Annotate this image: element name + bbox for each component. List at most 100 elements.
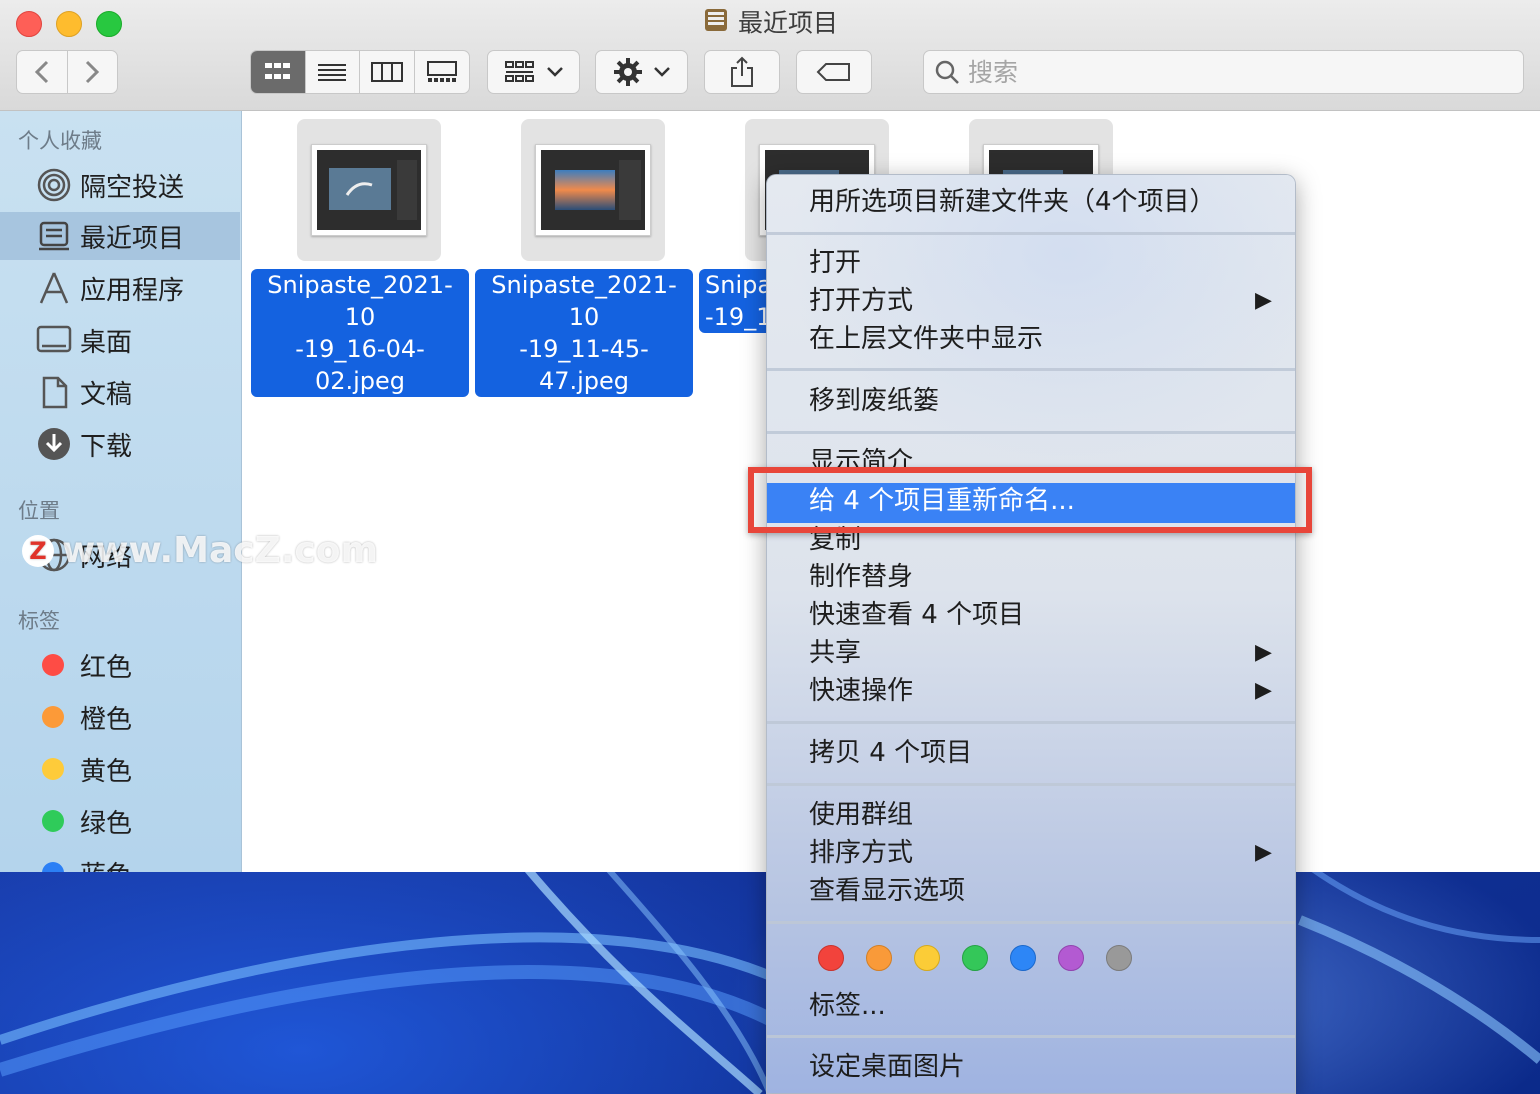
tag-color-dot [42, 810, 64, 832]
menu-separator [767, 921, 1295, 924]
sidebar-tag-red[interactable]: 红色 [0, 641, 240, 689]
sidebar: 个人收藏 隔空投送 最近项目 应用程序 桌面 文稿 下载 位置 网络 标签 红色… [0, 111, 242, 872]
menu-item-label: 快速操作 [809, 676, 914, 706]
sidebar-item-airdrop[interactable]: 隔空投送 [0, 161, 240, 209]
navigation-buttons [16, 50, 118, 94]
tag-color-dot [42, 706, 64, 728]
sidebar-tag-orange[interactable]: 橙色 [0, 693, 240, 741]
tag-dot-blue[interactable] [1010, 945, 1036, 971]
applications-icon [34, 268, 74, 308]
submenu-arrow-icon: ▶ [1255, 288, 1272, 313]
menu-item-make-alias[interactable]: 制作替身 [809, 558, 913, 596]
list-view-icon [318, 64, 347, 81]
file-thumbnail [297, 119, 441, 261]
gallery-view-icon [426, 61, 457, 82]
window-title-text: 最近项目 [737, 8, 838, 38]
tag-color-dot [42, 758, 64, 780]
chevron-right-icon [86, 60, 100, 84]
menu-item-tags[interactable]: 标签... [809, 987, 886, 1025]
tag-dot-orange[interactable] [866, 945, 892, 971]
file-thumbnail [521, 119, 665, 261]
menu-item-show-view-options[interactable]: 查看显示选项 [809, 872, 965, 910]
gear-icon [613, 58, 642, 86]
submenu-arrow-icon: ▶ [1255, 840, 1272, 865]
tag-dot-green[interactable] [962, 945, 988, 971]
search-input[interactable] [966, 56, 1510, 88]
chevron-down-icon [653, 67, 670, 77]
search-icon [935, 60, 959, 84]
sidebar-tag-blue[interactable]: 蓝色 [0, 849, 240, 872]
menu-item-share[interactable]: 共享 ▶ [809, 634, 1272, 672]
forward-button[interactable] [67, 51, 117, 93]
tag-color-dot [42, 654, 64, 676]
column-view-button[interactable] [360, 51, 415, 93]
recents-icon [34, 216, 74, 256]
airdrop-icon [34, 165, 74, 205]
sidebar-tag-green[interactable]: 绿色 [0, 797, 240, 845]
back-button[interactable] [17, 51, 67, 93]
recents-icon [702, 6, 730, 43]
menu-separator [767, 368, 1295, 371]
sidebar-item-downloads[interactable]: 下载 [0, 420, 240, 468]
icon-view-button[interactable] [251, 51, 306, 93]
menu-separator [767, 431, 1295, 434]
file-item[interactable]: Snipaste_2021-10 -19_11-45-47.jpeg [475, 119, 695, 397]
chevron-down-icon [546, 67, 563, 77]
watermark-logo: Z [22, 534, 54, 567]
list-view-button[interactable] [306, 51, 360, 93]
tag-dot-red[interactable] [818, 945, 844, 971]
image-thumbnail-icon [541, 150, 645, 230]
sidebar-item-label: 最近项目 [80, 223, 185, 254]
file-item[interactable]: Snipaste_2021-10 -19_16-04-02.jpeg [251, 119, 471, 397]
menu-item-open-with[interactable]: 打开方式 ▶ [809, 282, 1272, 320]
search-field[interactable] [923, 50, 1524, 94]
tag-icon [816, 63, 850, 81]
group-by-button[interactable] [487, 50, 580, 94]
sidebar-item-recents[interactable]: 最近项目 [0, 212, 240, 260]
menu-item-label: 排序方式 [809, 838, 914, 868]
watermark: Z www.MacZ.com [22, 530, 378, 571]
sidebar-tag-yellow[interactable]: 黄色 [0, 745, 240, 793]
menu-separator [767, 783, 1295, 786]
menu-item-label: 打开方式 [809, 286, 914, 316]
menu-item-sort-by[interactable]: 排序方式 ▶ [809, 834, 1272, 872]
action-menu-button[interactable] [595, 50, 688, 94]
sidebar-section-favorites: 个人收藏 [18, 129, 102, 153]
gallery-view-button[interactable] [415, 51, 470, 93]
sidebar-item-desktop[interactable]: 桌面 [0, 316, 240, 364]
sidebar-item-label: 橙色 [80, 704, 133, 735]
chevron-left-icon [34, 60, 48, 84]
menu-item-set-desktop-picture[interactable]: 设定桌面图片 [809, 1048, 965, 1086]
menu-item-quick-look[interactable]: 快速查看 4 个项目 [809, 596, 1024, 634]
tag-dot-yellow[interactable] [914, 945, 940, 971]
menu-item-copy-items[interactable]: 拷贝 4 个项目 [809, 734, 972, 772]
sidebar-item-label: 文稿 [80, 379, 133, 410]
tag-button[interactable] [796, 50, 872, 94]
sidebar-item-label: 隔空投送 [80, 172, 185, 203]
file-name[interactable]: Snipaste_2021-10 -19_16-04-02.jpeg [251, 269, 469, 397]
sidebar-item-documents[interactable]: 文稿 [0, 368, 240, 416]
menu-item-open[interactable]: 打开 [809, 244, 861, 282]
toolbar: 最近项目 [0, 0, 1540, 111]
sidebar-section-tags: 标签 [18, 609, 60, 633]
file-name[interactable]: Snipaste_2021-10 -19_11-45-47.jpeg [475, 269, 693, 397]
window-title: 最近项目 [0, 6, 1540, 43]
menu-item-new-folder-with-selection[interactable]: 用所选项目新建文件夹（4个项目） [809, 183, 1216, 221]
submenu-arrow-icon: ▶ [1255, 678, 1272, 703]
sidebar-item-label: 黄色 [80, 756, 133, 787]
menu-item-show-in-enclosing-folder[interactable]: 在上层文件夹中显示 [809, 320, 1043, 358]
sidebar-item-label: 蓝色 [80, 855, 132, 873]
tag-dot-gray[interactable] [1106, 945, 1132, 971]
sidebar-item-label: 红色 [80, 652, 133, 683]
menu-item-quick-actions[interactable]: 快速操作 ▶ [809, 672, 1272, 710]
share-button[interactable] [704, 50, 780, 94]
menu-separator [767, 721, 1295, 724]
menu-item-label: 共享 [809, 638, 862, 668]
sidebar-item-applications[interactable]: 应用程序 [0, 264, 240, 312]
downloads-icon [34, 424, 74, 464]
watermark-text: www.MacZ.com [62, 530, 378, 571]
submenu-arrow-icon: ▶ [1255, 640, 1272, 665]
menu-item-move-to-trash[interactable]: 移到废纸篓 [809, 382, 939, 420]
menu-item-use-groups[interactable]: 使用群组 [809, 796, 913, 834]
tag-dot-purple[interactable] [1058, 945, 1084, 971]
